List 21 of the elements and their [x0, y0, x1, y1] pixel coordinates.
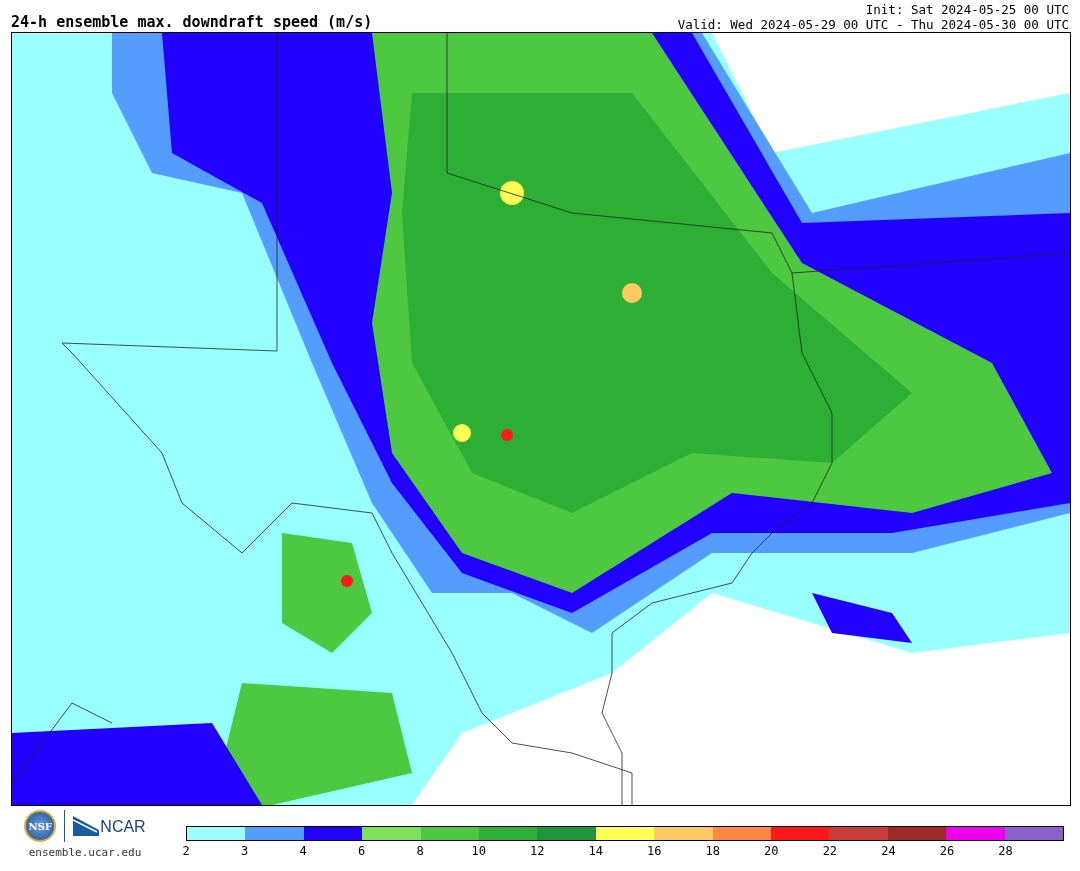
- tick-label: 18: [705, 844, 720, 858]
- site-address: ensemble.ucar.edu: [28, 846, 142, 859]
- valid-time: Valid: Wed 2024-05-29 00 UTC - Thu 2024-05-30 00 UTC: [677, 17, 1069, 32]
- chart-title: 24-h ensemble max. downdraft speed (m/s): [11, 12, 373, 32]
- tick-label: 14: [588, 844, 603, 858]
- init-time: Init: Sat 2024-05-25 00 UTC: [864, 2, 1069, 17]
- tick-label: 12: [529, 844, 545, 858]
- tick-label: 6: [358, 844, 366, 858]
- tick-label: 3: [240, 844, 249, 858]
- tick-label: 20: [764, 844, 779, 858]
- nsf-logo: NSF: [24, 810, 57, 842]
- tick-label: 22: [822, 844, 838, 858]
- tick-label: 28: [998, 844, 1013, 858]
- tick-label: 10: [471, 844, 486, 858]
- tick-label: 16: [647, 844, 662, 858]
- ncar-logo: NCAR: [73, 816, 146, 836]
- tick-label: 8: [416, 844, 424, 858]
- tick-label: 2: [182, 844, 190, 858]
- tick-label: 26: [939, 844, 955, 858]
- tick-label: 24: [881, 844, 896, 858]
- tick-label: 4: [299, 844, 307, 858]
